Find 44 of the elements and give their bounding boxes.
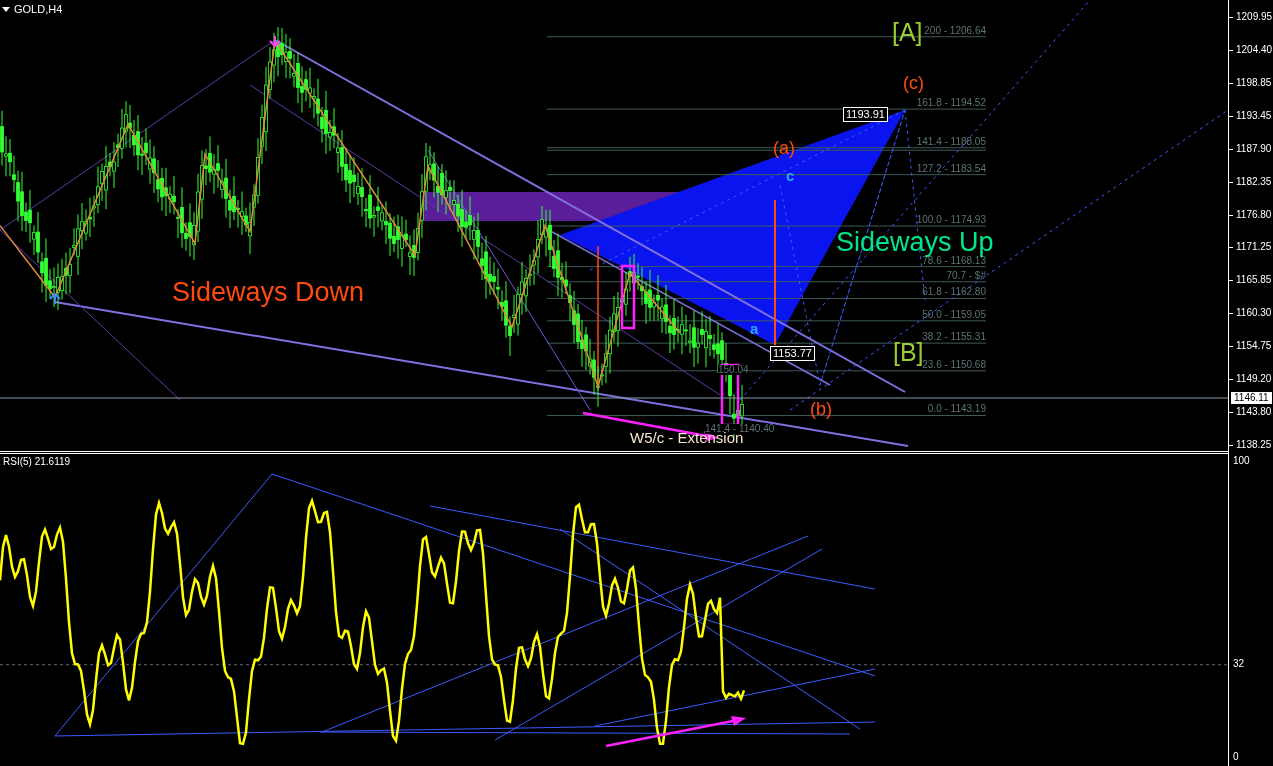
price-axis-label: 1204.40: [1236, 44, 1273, 55]
price-axis-label: 1165.85: [1236, 275, 1272, 286]
price-axis-label: 1138.25: [1236, 439, 1272, 450]
wave-label: [B]: [893, 340, 924, 365]
indicator-axis-label: 32: [1233, 659, 1245, 669]
fibonacci-label: 150.04: [718, 365, 749, 375]
price-axis-label: 1154.75: [1236, 341, 1272, 352]
price-axis-label: 1209.95: [1236, 12, 1273, 22]
wave-label: (a): [773, 139, 795, 157]
fibonacci-label: 78.6 - 1168.13: [922, 255, 986, 266]
dropdown-arrow-icon[interactable]: [2, 7, 10, 12]
caption-text: Sideways Up: [836, 229, 994, 256]
price-axis-label: 1160.30: [1236, 308, 1272, 319]
price-axis-label: 1176.80: [1236, 209, 1272, 220]
fibonacci-label: 38.2 - 1155.31: [922, 332, 986, 343]
fibonacci-label: 0.0 - 1143.19: [927, 404, 986, 415]
indicator-axis-label: 100: [1233, 456, 1250, 466]
price-axis-label: 1171.25: [1236, 242, 1272, 253]
fibonacci-label: 23.6 - 1150.68: [922, 359, 986, 370]
price-tag: 1193.91: [843, 107, 888, 122]
fibonacci-label: 61.8 - 1162.80: [922, 287, 986, 298]
fibonacci-label: 100.0 - 1174.93: [916, 215, 986, 226]
chart-symbol: GOLD,H4: [14, 4, 63, 15]
caption-text: Sideways Down: [172, 279, 365, 306]
wave-label: [A]: [892, 20, 923, 45]
price-axis-label: 1182.35: [1236, 176, 1272, 187]
wave-label: (c): [903, 74, 924, 92]
fibonacci-label: 50.0 - 1159.05: [922, 309, 986, 320]
fibonacci-label: 200 - 1206.64: [924, 25, 986, 36]
price-axis-label: 1193.45: [1236, 110, 1272, 121]
price-axis-label: 1143.80: [1236, 407, 1272, 418]
fibonacci-label: 141.4 - 1188.05: [916, 136, 986, 147]
indicator-axis-label: 0: [1233, 752, 1239, 762]
fibonacci-label: 127.2 - 1183.54: [916, 163, 986, 174]
price-axis-label: 1187.90: [1236, 143, 1272, 154]
price-axis-label: 1149.20: [1236, 374, 1272, 385]
wave-label: (b): [810, 400, 832, 418]
wave-label: a: [750, 321, 759, 336]
current-price-tag: 1146.11: [1231, 392, 1272, 404]
indicator-title: RSI(5) 21.6119: [3, 457, 71, 467]
price-axis-label: 1198.85: [1236, 77, 1272, 88]
fibonacci-label: 161.8 - 1194.52: [916, 98, 986, 109]
fibonacci-label: 70.7 - $#: [946, 270, 986, 281]
price-tag: 1153.77: [770, 346, 815, 361]
